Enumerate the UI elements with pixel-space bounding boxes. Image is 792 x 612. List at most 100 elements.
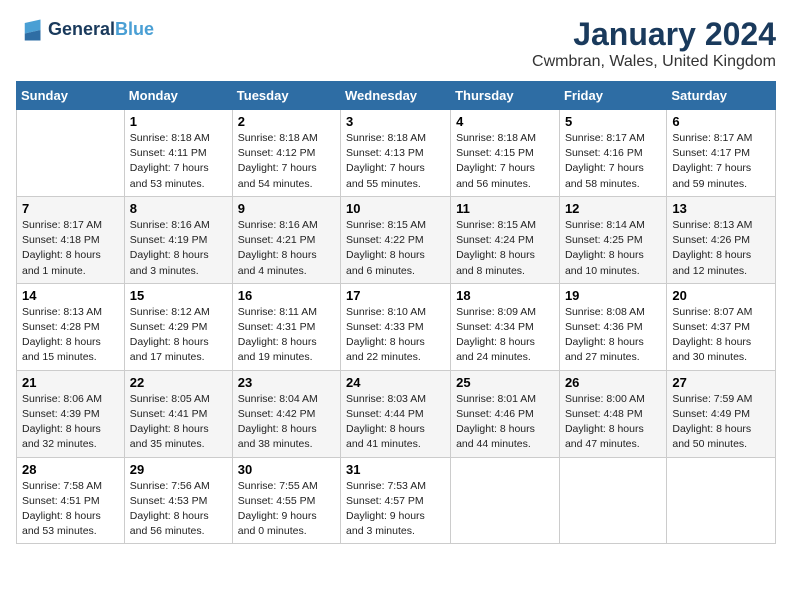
day-number: 18 (456, 288, 554, 303)
day-info: Sunrise: 8:11 AM Sunset: 4:31 PM Dayligh… (238, 305, 335, 366)
calendar-cell (559, 457, 666, 544)
day-number: 9 (238, 201, 335, 216)
day-info: Sunrise: 8:04 AM Sunset: 4:42 PM Dayligh… (238, 392, 335, 453)
day-info: Sunrise: 8:05 AM Sunset: 4:41 PM Dayligh… (130, 392, 227, 453)
day-number: 1 (130, 114, 227, 129)
day-number: 8 (130, 201, 227, 216)
calendar-cell: 2 Sunrise: 8:18 AM Sunset: 4:12 PM Daylig… (232, 110, 340, 197)
weekday-header-monday: Monday (124, 82, 232, 110)
day-info: Sunrise: 8:01 AM Sunset: 4:46 PM Dayligh… (456, 392, 554, 453)
day-info: Sunrise: 7:53 AM Sunset: 4:57 PM Dayligh… (346, 479, 445, 540)
day-info: Sunrise: 8:09 AM Sunset: 4:34 PM Dayligh… (456, 305, 554, 366)
day-info: Sunrise: 7:56 AM Sunset: 4:53 PM Dayligh… (130, 479, 227, 540)
day-number: 15 (130, 288, 227, 303)
logo: GeneralBlue (16, 16, 154, 44)
day-number: 28 (22, 462, 119, 477)
weekday-header-friday: Friday (559, 82, 666, 110)
day-info: Sunrise: 8:00 AM Sunset: 4:48 PM Dayligh… (565, 392, 661, 453)
calendar-cell: 15 Sunrise: 8:12 AM Sunset: 4:29 PM Dayli… (124, 283, 232, 370)
day-number: 19 (565, 288, 661, 303)
calendar-cell: 10Sunrise: 8:15 AM Sunset: 4:22 PM Dayli… (341, 196, 451, 283)
calendar-cell: 13Sunrise: 8:13 AM Sunset: 4:26 PM Dayli… (667, 196, 776, 283)
day-info: Sunrise: 7:58 AM Sunset: 4:51 PM Dayligh… (22, 479, 119, 540)
weekday-header-saturday: Saturday (667, 82, 776, 110)
calendar-cell: 3 Sunrise: 8:18 AM Sunset: 4:13 PM Daylig… (341, 110, 451, 197)
week-row-5: 28 Sunrise: 7:58 AM Sunset: 4:51 PM Dayli… (17, 457, 776, 544)
day-info: Sunrise: 8:13 AM Sunset: 4:28 PM Dayligh… (22, 305, 119, 366)
calendar-cell: 18 Sunrise: 8:09 AM Sunset: 4:34 PM Dayli… (451, 283, 560, 370)
calendar-cell (451, 457, 560, 544)
day-number: 6 (672, 114, 770, 129)
calendar-cell: 5 Sunrise: 8:17 AM Sunset: 4:16 PM Daylig… (559, 110, 666, 197)
day-number: 30 (238, 462, 335, 477)
logo-text: GeneralBlue (48, 20, 154, 40)
calendar-cell: 7 Sunrise: 8:17 AM Sunset: 4:18 PM Daylig… (17, 196, 125, 283)
day-info: Sunrise: 8:16 AM Sunset: 4:19 PM Dayligh… (130, 218, 227, 279)
title-block: January 2024 Cwmbran, Wales, United King… (532, 16, 776, 71)
day-number: 7 (22, 201, 119, 216)
calendar-cell: 21 Sunrise: 8:06 AM Sunset: 4:39 PM Dayli… (17, 370, 125, 457)
day-number: 10 (346, 201, 445, 216)
week-row-4: 21 Sunrise: 8:06 AM Sunset: 4:39 PM Dayli… (17, 370, 776, 457)
calendar-cell: 25 Sunrise: 8:01 AM Sunset: 4:46 PM Dayli… (451, 370, 560, 457)
day-info: Sunrise: 8:17 AM Sunset: 4:16 PM Dayligh… (565, 131, 661, 192)
calendar-cell: 8 Sunrise: 8:16 AM Sunset: 4:19 PM Daylig… (124, 196, 232, 283)
day-info: Sunrise: 8:15 AM Sunset: 4:24 PM Dayligh… (456, 218, 554, 279)
day-info: Sunrise: 8:17 AM Sunset: 4:18 PM Dayligh… (22, 218, 119, 279)
weekday-header-sunday: Sunday (17, 82, 125, 110)
day-info: Sunrise: 8:17 AM Sunset: 4:17 PM Dayligh… (672, 131, 770, 192)
day-info: Sunrise: 8:06 AM Sunset: 4:39 PM Dayligh… (22, 392, 119, 453)
calendar-cell: 27Sunrise: 7:59 AM Sunset: 4:49 PM Dayli… (667, 370, 776, 457)
day-number: 14 (22, 288, 119, 303)
day-number: 5 (565, 114, 661, 129)
day-number: 16 (238, 288, 335, 303)
calendar-cell: 17Sunrise: 8:10 AM Sunset: 4:33 PM Dayli… (341, 283, 451, 370)
weekday-header-wednesday: Wednesday (341, 82, 451, 110)
day-number: 29 (130, 462, 227, 477)
day-info: Sunrise: 8:03 AM Sunset: 4:44 PM Dayligh… (346, 392, 445, 453)
week-row-3: 14 Sunrise: 8:13 AM Sunset: 4:28 PM Dayli… (17, 283, 776, 370)
calendar-cell: 11 Sunrise: 8:15 AM Sunset: 4:24 PM Dayli… (451, 196, 560, 283)
day-number: 2 (238, 114, 335, 129)
calendar-cell: 14 Sunrise: 8:13 AM Sunset: 4:28 PM Dayli… (17, 283, 125, 370)
day-number: 4 (456, 114, 554, 129)
calendar-cell: 24 Sunrise: 8:03 AM Sunset: 4:44 PM Dayli… (341, 370, 451, 457)
week-row-2: 7 Sunrise: 8:17 AM Sunset: 4:18 PM Daylig… (17, 196, 776, 283)
day-number: 24 (346, 375, 445, 390)
week-row-1: 1 Sunrise: 8:18 AM Sunset: 4:11 PM Daylig… (17, 110, 776, 197)
day-number: 3 (346, 114, 445, 129)
calendar-cell: 29 Sunrise: 7:56 AM Sunset: 4:53 PM Dayli… (124, 457, 232, 544)
day-info: Sunrise: 8:07 AM Sunset: 4:37 PM Dayligh… (672, 305, 770, 366)
day-number: 26 (565, 375, 661, 390)
day-info: Sunrise: 8:18 AM Sunset: 4:12 PM Dayligh… (238, 131, 335, 192)
calendar-cell: 30Sunrise: 7:55 AM Sunset: 4:55 PM Dayli… (232, 457, 340, 544)
day-info: Sunrise: 8:12 AM Sunset: 4:29 PM Dayligh… (130, 305, 227, 366)
day-info: Sunrise: 8:18 AM Sunset: 4:11 PM Dayligh… (130, 131, 227, 192)
day-info: Sunrise: 7:59 AM Sunset: 4:49 PM Dayligh… (672, 392, 770, 453)
calendar-cell: 1 Sunrise: 8:18 AM Sunset: 4:11 PM Daylig… (124, 110, 232, 197)
calendar-table: SundayMondayTuesdayWednesdayThursdayFrid… (16, 81, 776, 544)
calendar-cell: 9 Sunrise: 8:16 AM Sunset: 4:21 PM Daylig… (232, 196, 340, 283)
day-number: 17 (346, 288, 445, 303)
day-number: 25 (456, 375, 554, 390)
day-number: 20 (672, 288, 770, 303)
calendar-cell: 6 Sunrise: 8:17 AM Sunset: 4:17 PM Daylig… (667, 110, 776, 197)
calendar-cell (17, 110, 125, 197)
calendar-cell: 19 Sunrise: 8:08 AM Sunset: 4:36 PM Dayli… (559, 283, 666, 370)
day-info: Sunrise: 8:08 AM Sunset: 4:36 PM Dayligh… (565, 305, 661, 366)
day-number: 13 (672, 201, 770, 216)
weekday-header-row: SundayMondayTuesdayWednesdayThursdayFrid… (17, 82, 776, 110)
day-info: Sunrise: 8:18 AM Sunset: 4:13 PM Dayligh… (346, 131, 445, 192)
weekday-header-thursday: Thursday (451, 82, 560, 110)
calendar-cell: 12Sunrise: 8:14 AM Sunset: 4:25 PM Dayli… (559, 196, 666, 283)
day-number: 21 (22, 375, 119, 390)
day-info: Sunrise: 8:14 AM Sunset: 4:25 PM Dayligh… (565, 218, 661, 279)
day-info: Sunrise: 8:16 AM Sunset: 4:21 PM Dayligh… (238, 218, 335, 279)
calendar-cell: 22Sunrise: 8:05 AM Sunset: 4:41 PM Dayli… (124, 370, 232, 457)
logo-icon (16, 16, 44, 44)
day-number: 23 (238, 375, 335, 390)
month-title: January 2024 (532, 16, 776, 53)
location: Cwmbran, Wales, United Kingdom (532, 53, 776, 71)
page-header: GeneralBlue January 2024 Cwmbran, Wales,… (16, 16, 776, 71)
day-number: 11 (456, 201, 554, 216)
